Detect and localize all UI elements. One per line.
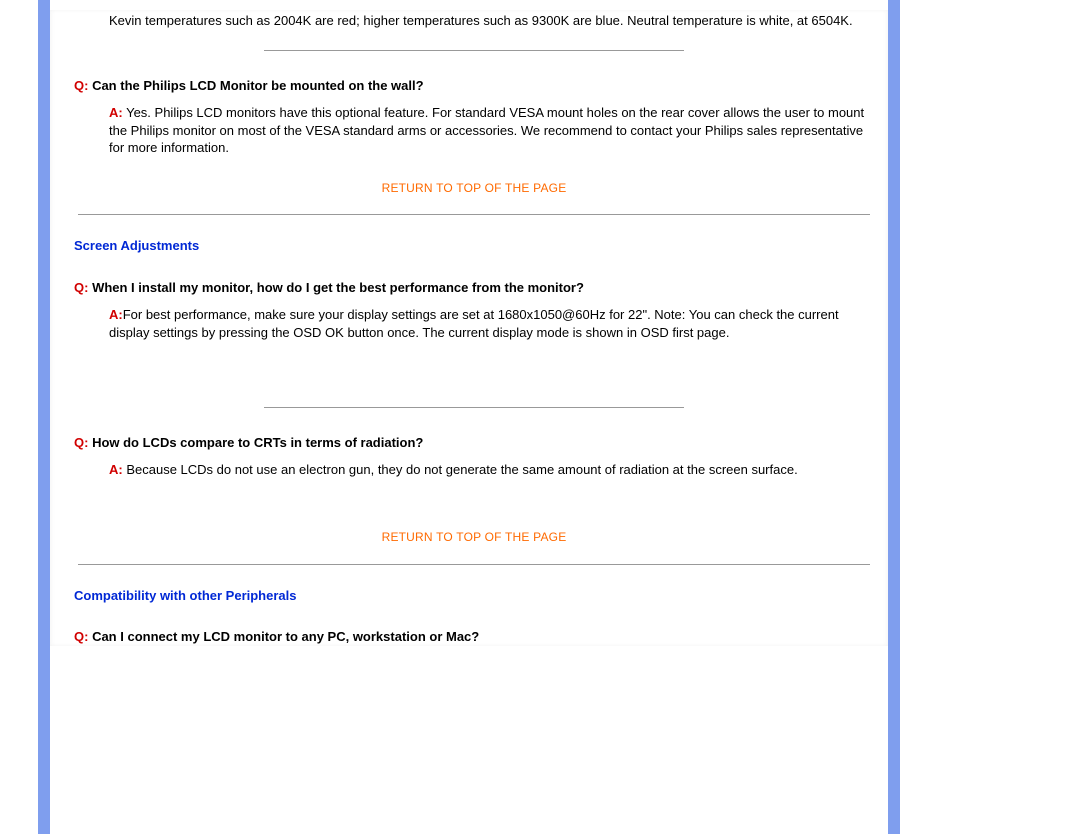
a1-block: A: Yes. Philips LCD monitors have this o… <box>109 104 870 157</box>
return-top-link-2[interactable]: RETURN TO TOP OF THE PAGE <box>382 530 567 544</box>
a1-prefix: A: <box>109 105 123 120</box>
q2-line: Q: When I install my monitor, how do I g… <box>74 279 874 297</box>
q2-prefix: Q: <box>74 280 88 295</box>
intro-answer-text: Kevin temperatures such as 2004K are red… <box>109 13 853 28</box>
q3-line: Q: How do LCDs compare to CRTs in terms … <box>74 434 874 452</box>
separator-full-1 <box>78 214 870 215</box>
separator-inner-2 <box>264 407 684 408</box>
a2-block: A:For best performance, make sure your d… <box>109 306 870 341</box>
a3-block: A: Because LCDs do not use an electron g… <box>109 461 870 479</box>
q4-prefix: Q: <box>74 629 88 644</box>
separator-inner-1 <box>264 50 684 51</box>
q2-text: When I install my monitor, how do I get … <box>88 280 583 295</box>
faq-content: Kevin temperatures such as 2004K are red… <box>50 10 888 646</box>
q1-text: Can the Philips LCD Monitor be mounted o… <box>88 78 423 93</box>
q4-text: Can I connect my LCD monitor to any PC, … <box>88 629 479 644</box>
page-root: Kevin temperatures such as 2004K are red… <box>0 0 1080 834</box>
intro-answer-block: Kevin temperatures such as 2004K are red… <box>109 10 870 30</box>
return-top-1: RETURN TO TOP OF THE PAGE <box>74 179 874 197</box>
q3-text: How do LCDs compare to CRTs in terms of … <box>88 435 423 450</box>
a2-text: For best performance, make sure your dis… <box>109 307 839 340</box>
q1-prefix: Q: <box>74 78 88 93</box>
a2-prefix: A: <box>109 307 123 322</box>
q3-prefix: Q: <box>74 435 88 450</box>
heading-compatibility: Compatibility with other Peripherals <box>74 587 874 605</box>
content-frame: Kevin temperatures such as 2004K are red… <box>38 0 900 834</box>
heading-screen-adjustments: Screen Adjustments <box>74 237 874 255</box>
a3-text: Because LCDs do not use an electron gun,… <box>123 462 798 477</box>
q1-line: Q: Can the Philips LCD Monitor be mounte… <box>74 77 874 95</box>
q4-line: Q: Can I connect my LCD monitor to any P… <box>74 628 874 646</box>
return-top-link-1[interactable]: RETURN TO TOP OF THE PAGE <box>382 181 567 195</box>
a1-text: Yes. Philips LCD monitors have this opti… <box>109 105 864 155</box>
a3-prefix: A: <box>109 462 123 477</box>
return-top-2: RETURN TO TOP OF THE PAGE <box>74 528 874 546</box>
separator-full-2 <box>78 564 870 565</box>
